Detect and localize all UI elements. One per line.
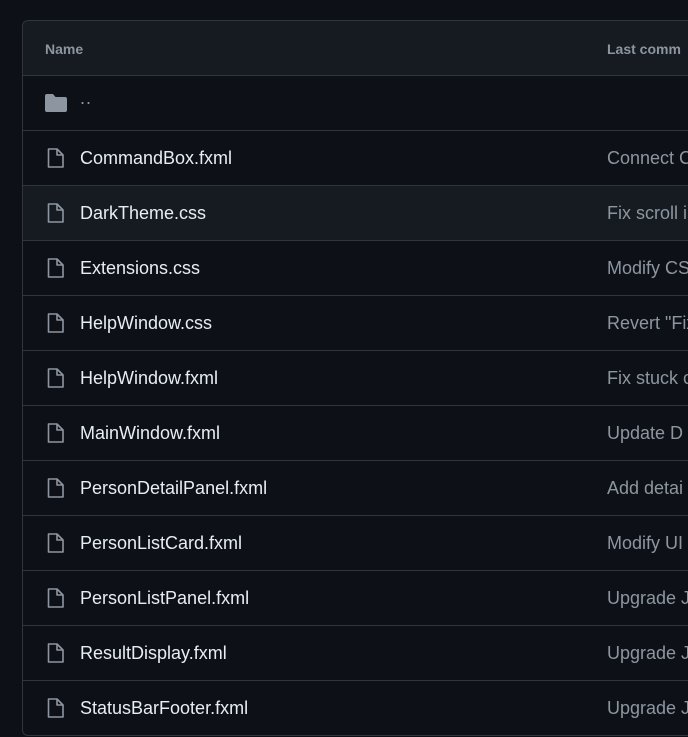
file-row[interactable]: MainWindow.fxml Update D xyxy=(23,406,688,461)
file-name-link[interactable]: PersonListPanel.fxml xyxy=(80,588,249,609)
file-icon xyxy=(44,148,68,168)
last-commit-message-link[interactable]: Upgrade J xyxy=(607,588,688,609)
name-column-header: Name xyxy=(45,41,84,57)
last-commit-message-link[interactable]: Connect C xyxy=(607,148,688,169)
last-commit-message-link[interactable]: Update D xyxy=(607,423,683,444)
file-row[interactable]: StatusBarFooter.fxml Upgrade J xyxy=(23,681,688,735)
last-commit-message-link[interactable]: Add detai xyxy=(607,478,683,499)
file-icon xyxy=(44,258,68,278)
file-icon xyxy=(44,478,68,498)
last-commit-column-header: Last comm xyxy=(607,41,681,57)
file-row[interactable]: PersonListCard.fxml Modify UI xyxy=(23,516,688,571)
file-icon xyxy=(44,533,68,553)
file-row[interactable]: HelpWindow.fxml Fix stuck c xyxy=(23,351,688,406)
file-name-link[interactable]: DarkTheme.css xyxy=(80,203,206,224)
table-header: Name Last comm xyxy=(23,21,688,76)
file-icon xyxy=(44,313,68,333)
last-commit-message-link[interactable]: Modify UI xyxy=(607,533,683,554)
folder-icon xyxy=(44,93,68,113)
file-row[interactable]: Extensions.css Modify CS xyxy=(23,241,688,296)
last-commit-message-link[interactable]: Fix stuck c xyxy=(607,368,688,389)
parent-directory-link[interactable]: .. xyxy=(80,88,92,109)
last-commit-message-link[interactable]: Revert "Fix xyxy=(607,313,688,334)
file-row[interactable]: HelpWindow.css Revert "Fix xyxy=(23,296,688,351)
file-row[interactable]: PersonListPanel.fxml Upgrade J xyxy=(23,571,688,626)
file-name-link[interactable]: PersonDetailPanel.fxml xyxy=(80,478,267,499)
file-name-link[interactable]: CommandBox.fxml xyxy=(80,148,232,169)
parent-directory-row[interactable]: .. xyxy=(23,76,688,131)
file-icon xyxy=(44,423,68,443)
file-name-link[interactable]: ResultDisplay.fxml xyxy=(80,643,227,664)
last-commit-message-link[interactable]: Fix scroll i xyxy=(607,203,687,224)
last-commit-message-link[interactable]: Modify CS xyxy=(607,258,688,279)
last-commit-message-link[interactable]: Upgrade J xyxy=(607,698,688,719)
file-icon xyxy=(44,368,68,388)
file-row[interactable]: CommandBox.fxml Connect C xyxy=(23,131,688,186)
file-icon xyxy=(44,203,68,223)
file-name-link[interactable]: HelpWindow.fxml xyxy=(80,368,218,389)
file-name-link[interactable]: StatusBarFooter.fxml xyxy=(80,698,248,719)
file-icon xyxy=(44,698,68,718)
file-name-link[interactable]: MainWindow.fxml xyxy=(80,423,220,444)
file-icon xyxy=(44,588,68,608)
file-row[interactable]: ResultDisplay.fxml Upgrade J xyxy=(23,626,688,681)
file-row[interactable]: DarkTheme.css Fix scroll i xyxy=(23,186,688,241)
file-name-link[interactable]: PersonListCard.fxml xyxy=(80,533,242,554)
last-commit-message-link[interactable]: Upgrade J xyxy=(607,643,688,664)
file-table: Name Last comm .. CommandBox.fxml Connec… xyxy=(22,20,688,736)
file-name-link[interactable]: Extensions.css xyxy=(80,258,200,279)
file-name-link[interactable]: HelpWindow.css xyxy=(80,313,212,334)
file-icon xyxy=(44,643,68,663)
file-row[interactable]: PersonDetailPanel.fxml Add detai xyxy=(23,461,688,516)
